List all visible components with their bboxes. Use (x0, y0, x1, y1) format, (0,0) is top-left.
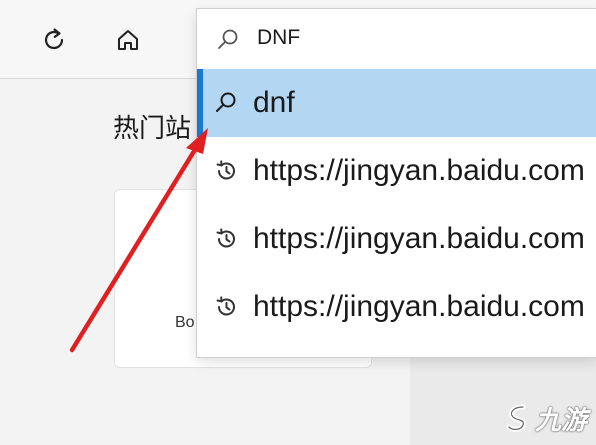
home-button[interactable] (108, 20, 148, 60)
jiuyou-logo (506, 404, 526, 432)
suggestion-text: dnf (253, 86, 295, 119)
search-icon (218, 29, 238, 49)
suggestion-item[interactable]: https://jingyan.baidu.com (197, 137, 596, 205)
suggestion-text: https://jingyan.baidu.com (253, 222, 585, 255)
suggestion-item[interactable]: dnf (197, 69, 596, 137)
selection-accent (197, 69, 203, 137)
history-icon (216, 296, 235, 316)
address-bar[interactable]: DNF (197, 9, 596, 69)
watermark: 九游 (505, 395, 593, 441)
search-icon (216, 92, 236, 112)
page-section-title: 热门站 (113, 113, 192, 143)
suggestion-text: https://jingyan.baidu.com (253, 154, 585, 187)
address-input[interactable]: DNF (257, 26, 300, 50)
refresh-icon (44, 28, 64, 50)
suggestion-item[interactable]: https://jingyan.baidu.com (197, 273, 596, 341)
history-icon (216, 228, 235, 248)
watermark-text: 九游 (535, 404, 588, 435)
home-icon (118, 30, 138, 50)
suggestion-item[interactable]: https://jingyan.baidu.com (197, 205, 596, 273)
history-icon (216, 160, 235, 180)
address-suggestions-dropdown: DNF dnf https://jingyan.baidu.com https:… (196, 8, 596, 358)
refresh-button[interactable] (34, 20, 74, 60)
suggestion-text: https://jingyan.baidu.com (253, 290, 585, 323)
site-tile-label: Bo (175, 314, 195, 331)
